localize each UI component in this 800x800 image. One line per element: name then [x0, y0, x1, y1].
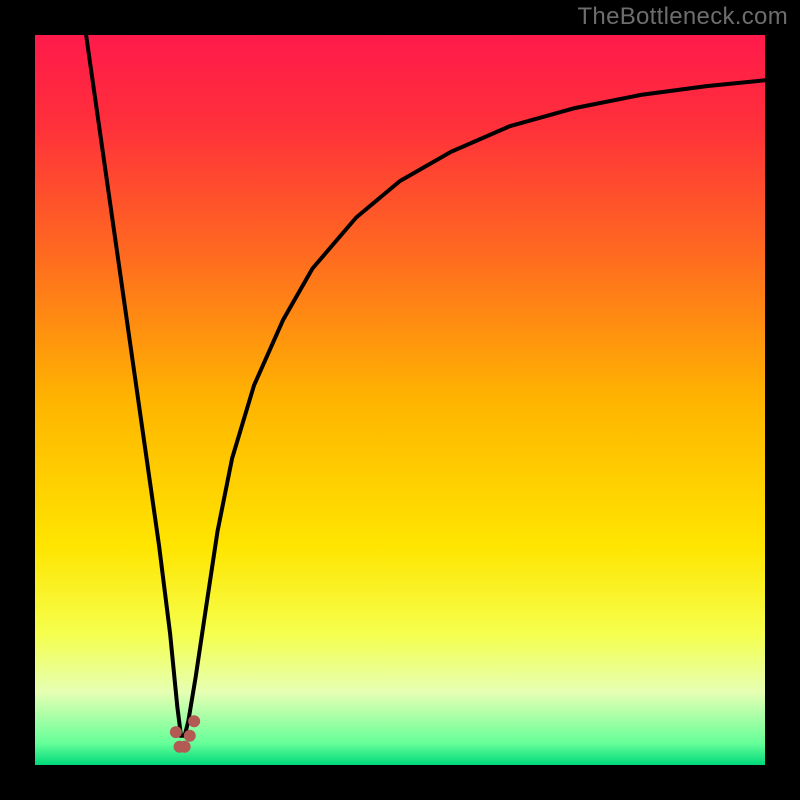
- chart-background: [35, 35, 765, 765]
- chart-frame: TheBottleneck.com: [0, 0, 800, 800]
- bottleneck-chart: [35, 35, 765, 765]
- watermark-text: TheBottleneck.com: [577, 3, 788, 31]
